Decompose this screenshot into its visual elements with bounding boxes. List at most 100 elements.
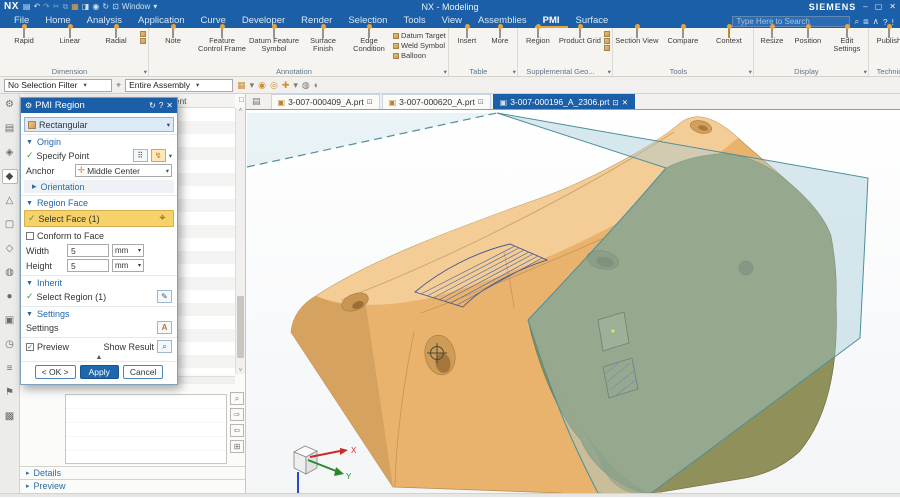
- annotation-style-icon[interactable]: A: [157, 321, 172, 334]
- window-copy-icon[interactable]: ⊡: [112, 2, 119, 11]
- close-tab-icon[interactable]: ✕: [622, 98, 628, 107]
- cut-icon[interactable]: ✂: [53, 2, 60, 11]
- paste-icon[interactable]: ▦: [71, 2, 79, 11]
- tab-list-icon[interactable]: ▤: [252, 96, 261, 107]
- web-browser-icon[interactable]: ▣: [2, 313, 18, 328]
- undo-icon[interactable]: ↶: [33, 2, 40, 11]
- region-face-section-header[interactable]: ▼ Region Face: [21, 195, 177, 209]
- feature-control-frame-button[interactable]: Feature Control Frame: [196, 29, 248, 53]
- tab-application[interactable]: Application: [130, 14, 192, 28]
- display-group-dropdown-icon[interactable]: ▾: [864, 68, 867, 76]
- annotation-group-dropdown-icon[interactable]: ▾: [444, 68, 447, 76]
- datum-feature-symbol-button[interactable]: Datum Feature Symbol: [248, 29, 300, 53]
- preview-checkbox[interactable]: ✓: [26, 343, 34, 351]
- part-tab-1[interactable]: ▣ 3-007-000409_A.prt ⊡: [271, 94, 380, 109]
- edit-settings-button[interactable]: Edit Settings: [827, 29, 867, 53]
- region-button[interactable]: Region: [519, 29, 557, 45]
- width-unit-combo[interactable]: mm▾: [112, 244, 144, 257]
- inherit-section-header[interactable]: ▼ Inherit: [21, 275, 177, 289]
- compare-button[interactable]: Compare: [660, 29, 706, 45]
- pin-icon[interactable]: ⊡: [612, 98, 618, 107]
- context-button[interactable]: Context: [706, 29, 752, 45]
- position-button[interactable]: Position: [789, 29, 827, 45]
- table-group-dropdown-icon[interactable]: ▾: [513, 68, 516, 76]
- orientation-triad[interactable]: X Y Z: [294, 446, 357, 493]
- palettes-icon[interactable]: ≡: [2, 361, 18, 376]
- dimension-group-dropdown-icon[interactable]: ▾: [144, 68, 147, 76]
- copy-icon[interactable]: ⧉: [63, 2, 69, 12]
- dimension-extra-1[interactable]: [140, 31, 146, 37]
- related-objects-icon[interactable]: ◎: [270, 80, 278, 91]
- window-menu[interactable]: Window: [122, 2, 150, 11]
- region-type-combo[interactable]: Rectangular ▾: [24, 117, 174, 132]
- dialog-help-icon[interactable]: ?: [159, 101, 163, 110]
- rapid-dimension-button[interactable]: Rapid: [1, 29, 47, 45]
- minimize-button[interactable]: –: [863, 2, 867, 11]
- scrollbar-thumb[interactable]: [237, 296, 244, 358]
- edge-condition-button[interactable]: Edge Condition: [346, 29, 392, 53]
- more-table-button[interactable]: More: [484, 29, 516, 45]
- apply-button[interactable]: Apply: [80, 365, 119, 379]
- tab-tools[interactable]: Tools: [395, 14, 433, 28]
- dialog-title-bar[interactable]: ⚙ PMI Region ↻ ? ✕: [21, 98, 177, 113]
- snap-point-button[interactable]: ↯: [151, 149, 166, 162]
- width-input[interactable]: 5: [67, 244, 109, 257]
- note-button[interactable]: Note: [150, 29, 196, 45]
- chevron-down-icon[interactable]: ▾: [250, 80, 255, 91]
- balloon-button[interactable]: Balloon: [393, 51, 446, 60]
- tools-group-dropdown-icon[interactable]: ▾: [749, 68, 752, 76]
- chevron-down-icon[interactable]: ▾: [293, 80, 298, 91]
- roles-icon[interactable]: ⚑: [2, 385, 18, 400]
- graphics-canvas[interactable]: X Y Z: [246, 110, 900, 493]
- tab-analysis[interactable]: Analysis: [79, 14, 130, 28]
- specify-point-row[interactable]: ✓ Specify Point ⠿ ↯ ▾: [21, 148, 177, 163]
- selection-scope-combo[interactable]: Entire Assembly▾: [125, 79, 233, 92]
- assembly-navigator-icon[interactable]: ▤: [2, 121, 18, 136]
- settings-section-header[interactable]: ▼ Settings: [21, 306, 177, 320]
- window-menu-dropdown-icon[interactable]: ▾: [153, 2, 157, 11]
- crosshair-icon[interactable]: ⌖: [155, 212, 170, 225]
- fullscreen-icon[interactable]: ⧈: [863, 16, 868, 27]
- resize-button[interactable]: Resize: [755, 29, 789, 45]
- tab-surface[interactable]: Surface: [568, 14, 617, 28]
- point-dialog-button[interactable]: ⠿: [133, 149, 148, 162]
- component-select-icon[interactable]: ◐: [314, 80, 319, 90]
- weld-symbol-button[interactable]: Weld Symbol: [393, 41, 446, 50]
- supplemental-mini-3[interactable]: [604, 45, 610, 51]
- show-result-icon[interactable]: ⌕: [157, 340, 172, 353]
- tab-render[interactable]: Render: [293, 14, 340, 28]
- clipboard-icon[interactable]: ◨: [82, 2, 90, 11]
- command-finder-icon[interactable]: !: [892, 17, 894, 27]
- part-tab-2[interactable]: ▣ 3-007-000620_A.prt ⊡: [382, 94, 491, 109]
- back-arrow-icon[interactable]: ⇦: [230, 424, 244, 437]
- hd3d-tools-icon[interactable]: ◇: [2, 241, 18, 256]
- tab-curve[interactable]: Curve: [193, 14, 234, 28]
- details-panel-header[interactable]: ▸ Details: [20, 466, 245, 479]
- selection-scope-icon[interactable]: ⌖: [116, 80, 121, 91]
- supplemental-mini-2[interactable]: [604, 38, 610, 44]
- history-icon[interactable]: ◷: [2, 337, 18, 352]
- conform-checkbox[interactable]: [26, 232, 34, 240]
- preview-panel-header[interactable]: ▸ Preview: [20, 479, 245, 492]
- constraint-navigator-icon[interactable]: ◈: [2, 145, 18, 160]
- dimension-extra-2[interactable]: [140, 38, 146, 44]
- highlight-selection-icon[interactable]: ◉: [258, 80, 266, 91]
- navigator-vertical-scrollbar[interactable]: ˄ ˅: [235, 108, 245, 374]
- find-icon[interactable]: ⌕: [230, 392, 244, 405]
- height-input[interactable]: 5: [67, 259, 109, 272]
- anchor-combo[interactable]: ✛ Middle Center ▾: [75, 164, 172, 177]
- publish-button[interactable]: Publish: [870, 29, 900, 45]
- search-icon[interactable]: ⌕: [854, 16, 859, 27]
- supplemental-mini-1[interactable]: [604, 31, 610, 37]
- linear-dimension-button[interactable]: Linear: [47, 29, 93, 45]
- origin-section-header[interactable]: ▼ Origin: [21, 134, 177, 148]
- search-input[interactable]: [732, 16, 850, 27]
- ok-button[interactable]: < OK >: [35, 365, 76, 379]
- minimize-ribbon-icon[interactable]: ∧: [873, 16, 879, 27]
- internet-explorer-icon[interactable]: ●: [2, 289, 18, 304]
- pin-icon[interactable]: ⊡: [478, 98, 484, 106]
- supplemental-group-dropdown-icon[interactable]: ▾: [608, 68, 611, 76]
- radial-dimension-button[interactable]: Radial: [93, 29, 139, 45]
- chevron-down-icon[interactable]: ▾: [169, 152, 172, 160]
- microphone-icon[interactable]: ◉: [92, 2, 99, 11]
